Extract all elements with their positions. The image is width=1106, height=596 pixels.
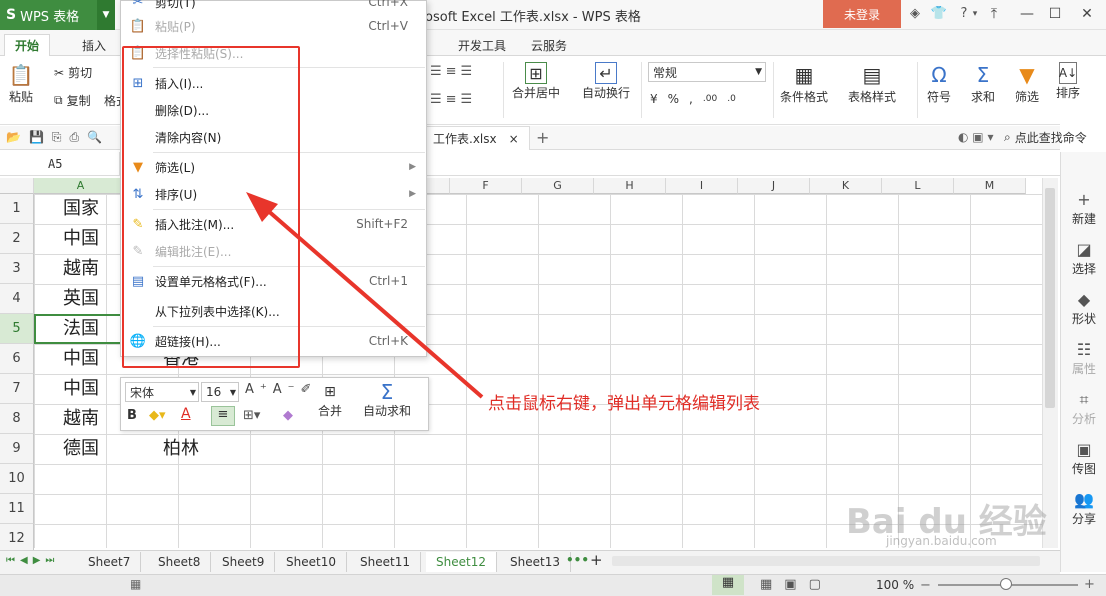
zoom-out-icon[interactable]: − [920,578,931,593]
annotation-text: 点击鼠标右键，弹出单元格编辑列表 [488,394,760,414]
normal-view-icon[interactable]: ▦ [712,575,744,595]
view-mode-icons[interactable]: ▦▣▢ [760,577,833,592]
add-sheet-icon[interactable]: + [590,551,603,569]
horizontal-scrollbar[interactable] [612,556,1040,566]
zoom-level[interactable]: 100 % [876,578,914,592]
more-sheets-icon[interactable]: ••• [566,553,589,567]
zoom-in-icon[interactable]: + [1084,577,1095,592]
sheet-tab[interactable]: Sheet8 [148,552,212,572]
sheet-nav-arrows[interactable]: ⏮◀▶⏭ [6,555,59,566]
watermark-url: jingyan.baidu.com [886,534,997,548]
sheet-tab[interactable]: Sheet13 [500,552,571,572]
sheet-tab[interactable]: Sheet10 [276,552,347,572]
zoom-slider-thumb[interactable] [1000,578,1012,590]
sheet-tab[interactable]: Sheet9 [212,552,276,572]
status-icon[interactable]: ▦ [130,577,141,591]
sheet-tab[interactable]: Sheet12 [426,552,497,572]
sheet-tab[interactable]: Sheet7 [78,552,142,572]
sheet-tab[interactable]: Sheet11 [350,552,421,572]
